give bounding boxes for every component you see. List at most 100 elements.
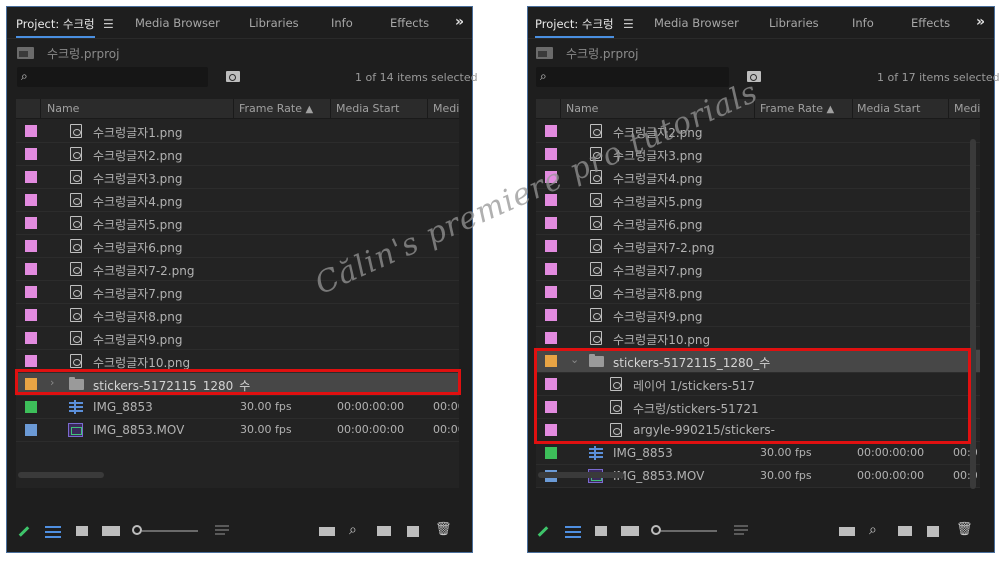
list-view-icon[interactable]: [45, 524, 61, 538]
zoom-slider[interactable]: [661, 530, 717, 532]
list-item[interactable]: IMG_8853 30.00 fps 00:00:00:00 00:0: [536, 442, 980, 465]
label-color-swatch[interactable]: [545, 309, 557, 321]
label-color-swatch[interactable]: [25, 125, 37, 137]
label-color-swatch[interactable]: [25, 217, 37, 229]
find-icon[interactable]: ⌕: [869, 522, 877, 538]
image-file-icon: [590, 124, 602, 138]
list-item[interactable]: 수크렁글자2.png: [16, 143, 459, 166]
label-color-swatch[interactable]: [25, 332, 37, 344]
horizontal-scrollbar[interactable]: [18, 472, 104, 478]
label-color-swatch[interactable]: [545, 286, 557, 298]
label-color-swatch[interactable]: [25, 171, 37, 183]
label-color-swatch[interactable]: [25, 240, 37, 252]
column-media-end[interactable]: Media: [954, 102, 980, 115]
tab-effects[interactable]: Effects: [390, 16, 429, 30]
tab-info[interactable]: Info: [852, 16, 874, 30]
panel-menu-icon[interactable]: ☰: [623, 17, 634, 31]
panel-menu-icon[interactable]: ☰: [103, 17, 114, 31]
more-tabs-icon[interactable]: »: [455, 14, 464, 30]
horizontal-scrollbar[interactable]: [538, 472, 624, 478]
trash-icon[interactable]: 🗑: [435, 522, 452, 537]
tab-effects[interactable]: Effects: [911, 16, 950, 30]
writable-pencil-icon[interactable]: [537, 526, 549, 537]
label-color-swatch[interactable]: [25, 355, 37, 367]
list-item[interactable]: 수크렁글자8.png: [536, 281, 980, 304]
label-color-swatch[interactable]: [545, 332, 557, 344]
image-file-icon: [70, 262, 82, 276]
new-search-bin-icon[interactable]: [226, 71, 240, 82]
column-media-start[interactable]: Media Start: [857, 102, 920, 115]
label-color-swatch[interactable]: [25, 263, 37, 275]
tab-project[interactable]: Project: 수크렁: [535, 16, 614, 38]
column-name[interactable]: Name: [566, 102, 598, 115]
media-end-value: 00:00: [433, 423, 459, 436]
search-input[interactable]: ⌕: [17, 67, 208, 87]
column-frame-rate[interactable]: Frame Rate ▲: [760, 102, 834, 115]
column-media-start[interactable]: Media Start: [336, 102, 399, 115]
icon-view-icon[interactable]: [595, 526, 607, 536]
list-item[interactable]: 수크렁글자4.png: [16, 189, 459, 212]
zoom-slider-knob[interactable]: [132, 525, 142, 535]
list-item[interactable]: 수크렁글자6.png: [536, 212, 980, 235]
automate-to-sequence-icon[interactable]: [319, 527, 335, 536]
label-color-swatch[interactable]: [25, 424, 37, 436]
tab-info[interactable]: Info: [331, 16, 353, 30]
label-color-swatch[interactable]: [25, 309, 37, 321]
tab-libraries[interactable]: Libraries: [769, 16, 819, 30]
column-name[interactable]: Name: [47, 102, 79, 115]
label-color-swatch[interactable]: [25, 194, 37, 206]
sort-icons-icon[interactable]: [734, 525, 748, 535]
list-item[interactable]: 수크렁글자7.png: [16, 281, 459, 304]
list-item[interactable]: 수크렁글자5.png: [16, 212, 459, 235]
tab-media-browser[interactable]: Media Browser: [135, 16, 220, 30]
panel-tabs: Project: 수크렁 ☰ Media Browser Libraries I…: [7, 7, 472, 39]
list-item[interactable]: 수크렁글자7-2.png: [536, 235, 980, 258]
tab-media-browser[interactable]: Media Browser: [654, 16, 739, 30]
freeform-view-icon[interactable]: [621, 526, 639, 536]
label-color-swatch[interactable]: [545, 125, 557, 137]
list-view-icon[interactable]: [565, 524, 581, 538]
image-file-icon: [590, 239, 602, 253]
trash-icon[interactable]: 🗑: [956, 522, 973, 537]
new-bin-icon[interactable]: [377, 526, 391, 536]
zoom-slider-knob[interactable]: [651, 525, 661, 535]
item-name: 수크렁글자7-2.png: [93, 264, 195, 278]
item-name: 수크렁글자1.png: [93, 126, 183, 140]
icon-view-icon[interactable]: [76, 526, 88, 536]
list-item[interactable]: 수크렁글자3.png: [16, 166, 459, 189]
list-item[interactable]: 수크렁글자8.png: [16, 304, 459, 327]
sort-icons-icon[interactable]: [215, 525, 229, 535]
list-item[interactable]: 수크렁글자7.png: [536, 258, 980, 281]
list-item[interactable]: 수크렁글자9.png: [536, 304, 980, 327]
label-color-swatch[interactable]: [25, 148, 37, 160]
search-input[interactable]: ⌕: [536, 67, 729, 87]
label-color-swatch[interactable]: [545, 240, 557, 252]
list-item[interactable]: IMG_8853.MOV 30.00 fps 00:00:00:00 00:00: [16, 419, 459, 442]
label-color-swatch[interactable]: [545, 447, 557, 459]
label-color-swatch[interactable]: [545, 217, 557, 229]
tab-project[interactable]: Project: 수크렁: [16, 16, 95, 38]
list-item[interactable]: 수크렁글자5.png: [536, 189, 980, 212]
label-color-swatch[interactable]: [25, 401, 37, 413]
find-icon[interactable]: ⌕: [349, 522, 357, 538]
list-item[interactable]: 수크렁글자9.png: [16, 327, 459, 350]
items-selected-count: 1 of 17 items selected: [877, 71, 1000, 84]
more-tabs-icon[interactable]: »: [976, 14, 985, 30]
label-color-swatch[interactable]: [25, 286, 37, 298]
freeform-view-icon[interactable]: [102, 526, 120, 536]
new-item-icon[interactable]: [927, 526, 939, 537]
list-item[interactable]: IMG_8853 30.00 fps 00:00:00:00 00:00: [16, 396, 459, 419]
new-item-icon[interactable]: [407, 526, 419, 537]
column-media-end[interactable]: Media: [433, 102, 459, 115]
new-bin-icon[interactable]: [898, 526, 912, 536]
label-color-swatch[interactable]: [545, 148, 557, 160]
column-frame-rate[interactable]: Frame Rate ▲: [239, 102, 313, 115]
automate-to-sequence-icon[interactable]: [839, 527, 855, 536]
zoom-slider[interactable]: [142, 530, 198, 532]
writable-pencil-icon[interactable]: [18, 526, 30, 537]
list-item[interactable]: 수크렁글자1.png: [16, 120, 459, 143]
list-item[interactable]: 수크렁글자10.png: [536, 327, 980, 350]
frame-rate-value: 30.00 fps: [760, 446, 812, 459]
label-color-swatch[interactable]: [545, 263, 557, 275]
tab-libraries[interactable]: Libraries: [249, 16, 299, 30]
